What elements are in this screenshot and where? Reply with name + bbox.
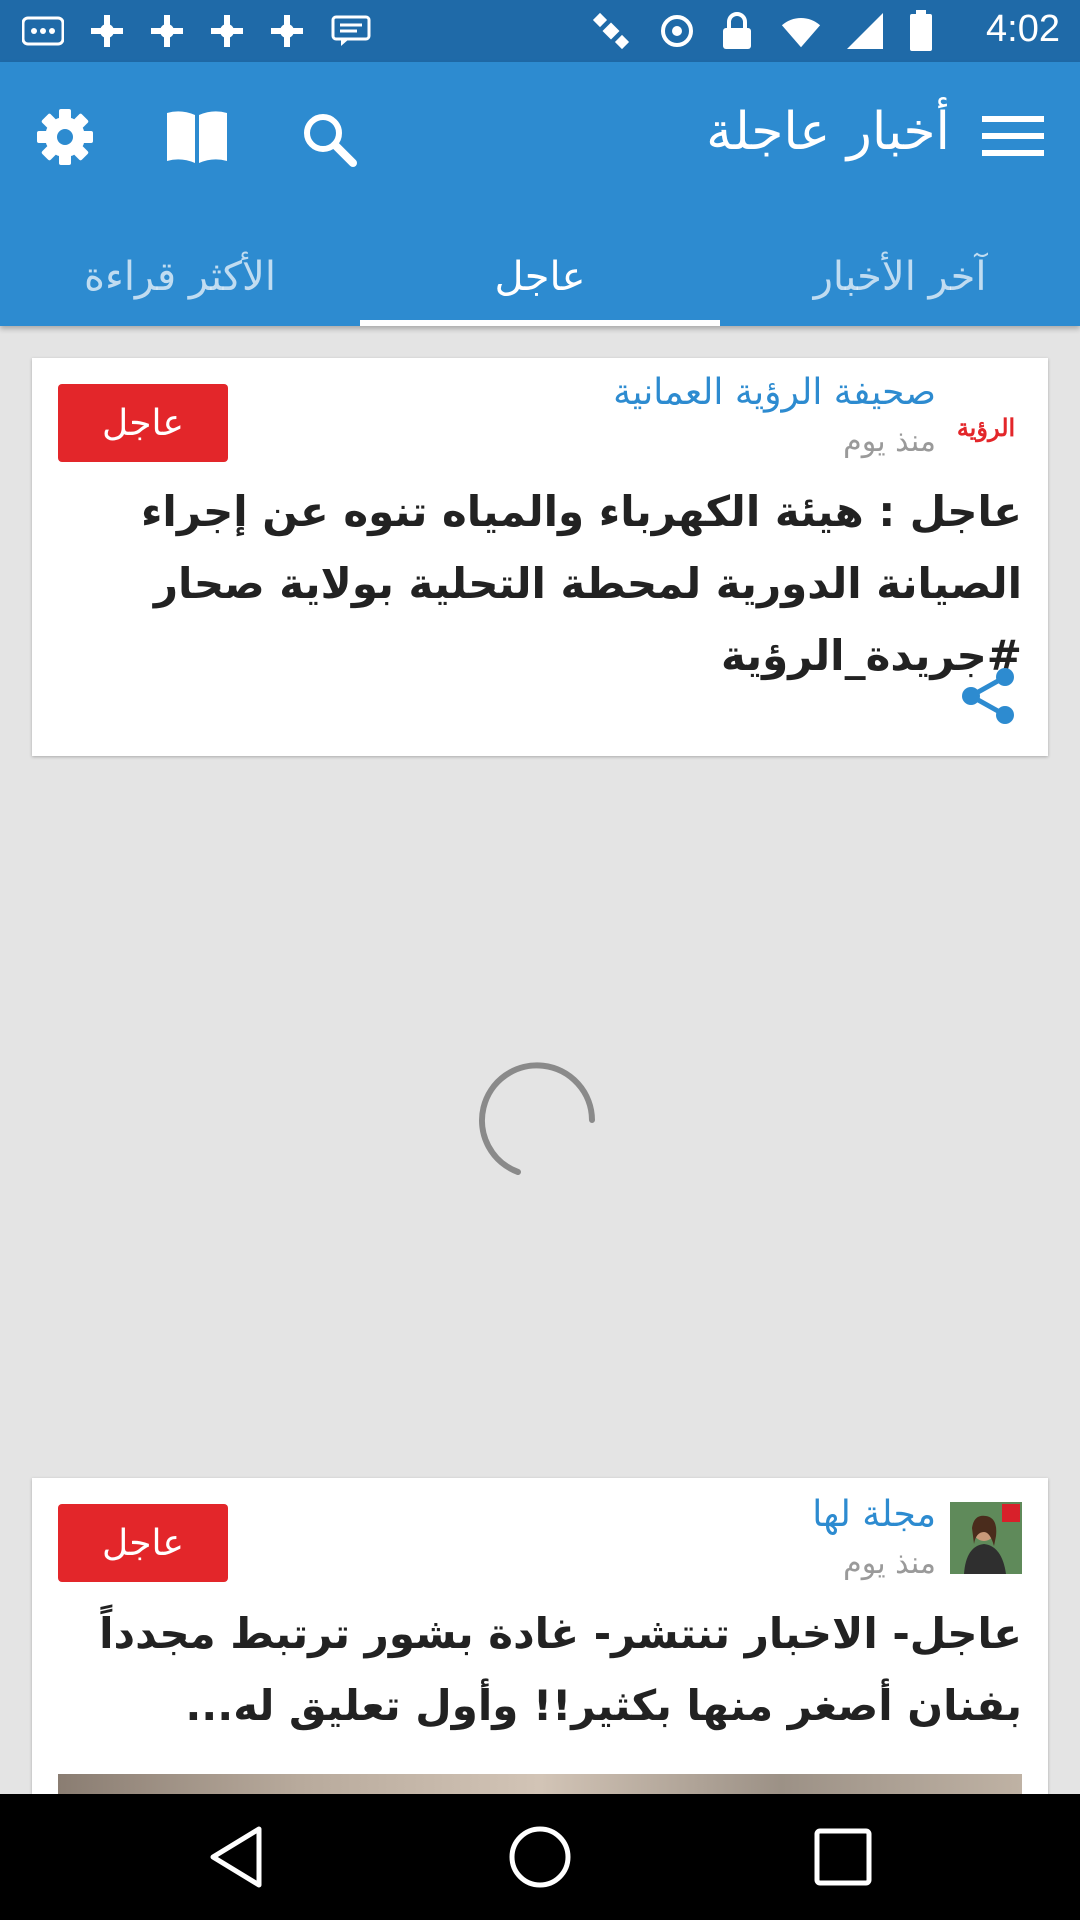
article-image[interactable] xyxy=(58,1774,1022,1794)
more-icon xyxy=(22,10,64,52)
fan-icon xyxy=(206,10,248,52)
navigation-bar xyxy=(0,1794,1080,1920)
news-card[interactable]: الرؤية صحيفة الرؤية العمانية منذ يوم عاج… xyxy=(32,358,1048,756)
battery-icon xyxy=(900,10,942,52)
source-name[interactable]: مجلة لها xyxy=(812,1494,936,1535)
status-time: 4:02 xyxy=(986,8,1060,50)
status-bar: 4:02 xyxy=(0,0,1080,62)
source-name[interactable]: صحيفة الرؤية العمانية xyxy=(613,372,936,413)
headline[interactable]: عاجل : هيئة الكهرباء والمياه تنوه عن إجر… xyxy=(92,476,1022,692)
tab-latest-news[interactable]: آخر الأخبار xyxy=(720,228,1080,326)
news-card[interactable]: مجلة لها منذ يوم عاجل عاجل- الاخبار تنتش… xyxy=(32,1478,1048,1794)
share-icon[interactable] xyxy=(956,664,1020,728)
headline[interactable]: عاجل- الاخبار تنتشر- غادة بشور ترتبط مجد… xyxy=(92,1598,1022,1742)
search-icon[interactable] xyxy=(294,104,364,174)
sync-icon xyxy=(656,10,698,52)
menu-icon[interactable] xyxy=(978,106,1048,166)
back-icon[interactable] xyxy=(202,1822,272,1892)
tab-breaking[interactable]: عاجل xyxy=(360,228,720,326)
fan-icon xyxy=(266,10,308,52)
app-title: أخبار عاجلة xyxy=(706,102,950,162)
settings-icon[interactable] xyxy=(30,102,100,172)
home-icon[interactable] xyxy=(505,1822,575,1892)
post-time: منذ يوم xyxy=(843,1546,936,1581)
wifi-icon xyxy=(780,10,822,52)
breaking-badge: عاجل xyxy=(58,1504,228,1582)
breaking-badge: عاجل xyxy=(58,384,228,462)
source-thumbnail xyxy=(950,1502,1022,1574)
loading-spinner-icon xyxy=(474,1054,606,1186)
tab-indicator xyxy=(360,320,720,326)
post-time: منذ يوم xyxy=(843,424,936,459)
app-bar: أخبار عاجلة الأكثر قراءة عاجل آخر الأخبا… xyxy=(0,62,1080,326)
svg-text:الرؤية: الرؤية xyxy=(957,413,1015,443)
cell-signal-icon xyxy=(844,10,886,52)
satellite-icon xyxy=(590,10,632,52)
recents-icon[interactable] xyxy=(808,1822,878,1892)
fan-icon xyxy=(146,10,188,52)
tab-most-read[interactable]: الأكثر قراءة xyxy=(0,228,360,326)
lock-icon xyxy=(716,10,758,52)
book-icon[interactable] xyxy=(162,104,232,170)
message-icon xyxy=(330,10,372,52)
fan-icon xyxy=(86,10,128,52)
source-logo: الرؤية xyxy=(950,394,1022,466)
